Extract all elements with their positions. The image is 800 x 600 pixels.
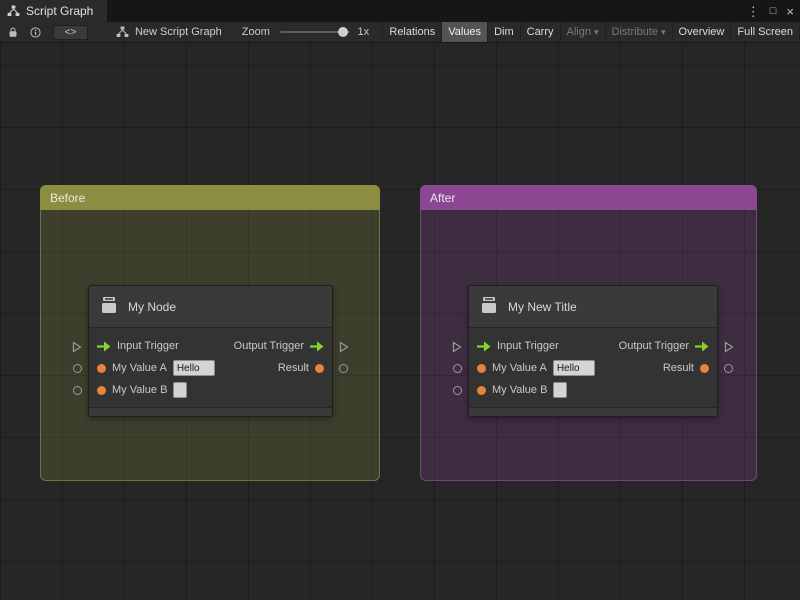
port-row-value-b: My Value B bbox=[469, 379, 717, 401]
group-after-header[interactable]: After bbox=[420, 185, 757, 210]
value-a-input[interactable] bbox=[172, 360, 215, 376]
dim-button[interactable]: Dim bbox=[487, 22, 520, 42]
unit-icon bbox=[479, 295, 499, 318]
carry-button[interactable]: Carry bbox=[519, 22, 560, 42]
value-b-input[interactable] bbox=[553, 382, 568, 398]
flow-input-port-icon[interactable] bbox=[452, 340, 462, 358]
node-header[interactable]: My Node bbox=[89, 286, 332, 328]
node-header[interactable]: My New Title bbox=[469, 286, 717, 328]
group-title: Before bbox=[50, 190, 86, 205]
value-a-input[interactable] bbox=[552, 360, 595, 376]
unit-node-after[interactable]: My New Title Input Trigger Output Trigge… bbox=[468, 285, 718, 417]
info-icon[interactable] bbox=[30, 26, 41, 38]
port-label: Input Trigger bbox=[117, 340, 179, 352]
port-label: Output Trigger bbox=[233, 340, 304, 352]
group-before[interactable]: Before My Node Input Trigger Output Trig… bbox=[40, 185, 380, 481]
node-body: Input Trigger Output Trigger My Value A … bbox=[89, 328, 332, 407]
maximize-icon[interactable]: □ bbox=[770, 5, 777, 17]
port-row-trigger: Input Trigger Output Trigger bbox=[89, 335, 332, 357]
port-label: Output Trigger bbox=[618, 340, 689, 352]
graph-canvas[interactable]: Before My Node Input Trigger Output Trig… bbox=[0, 43, 800, 600]
port-row-value-a: My Value A Result bbox=[469, 357, 717, 379]
node-body: Input Trigger Output Trigger My Value A … bbox=[469, 328, 717, 407]
graph-asset-icon bbox=[116, 26, 129, 38]
value-port-icon[interactable] bbox=[97, 385, 106, 395]
value-port-icon[interactable] bbox=[477, 363, 486, 373]
flow-arrow-icon[interactable] bbox=[477, 341, 491, 352]
port-label: Result bbox=[662, 362, 694, 374]
value-b-input[interactable] bbox=[173, 382, 188, 398]
toolbar-buttons: Relations Values Dim Carry Align ▾ Distr… bbox=[382, 22, 800, 42]
group-title: After bbox=[430, 190, 456, 205]
node-footer bbox=[469, 407, 717, 416]
flow-arrow-icon[interactable] bbox=[310, 341, 324, 352]
flow-output-port-icon[interactable] bbox=[339, 340, 349, 358]
zoom-value: 1x bbox=[357, 26, 370, 38]
flow-input-port-icon[interactable] bbox=[72, 340, 82, 358]
value-port-icon[interactable] bbox=[315, 363, 324, 373]
port-label: My Value A bbox=[492, 362, 547, 374]
port-label: Input Trigger bbox=[497, 340, 559, 352]
group-before-header[interactable]: Before bbox=[40, 185, 380, 210]
tab-script-graph[interactable]: Script Graph bbox=[0, 0, 108, 22]
values-button[interactable]: Values bbox=[441, 22, 488, 42]
flow-arrow-icon[interactable] bbox=[97, 341, 111, 352]
flow-output-port-icon[interactable] bbox=[724, 340, 734, 358]
value-port-icon[interactable] bbox=[97, 363, 106, 373]
group-after[interactable]: After My New Title Input Trigger Output … bbox=[420, 185, 757, 481]
window-controls: ⋮ □ × bbox=[747, 0, 794, 22]
zoom-slider[interactable] bbox=[279, 27, 350, 37]
align-label: Align bbox=[566, 26, 591, 38]
distribute-button[interactable]: Distribute ▾ bbox=[604, 22, 672, 42]
value-port-icon[interactable] bbox=[477, 385, 486, 395]
script-graph-icon bbox=[7, 5, 20, 17]
fullscreen-button[interactable]: Full Screen bbox=[730, 22, 800, 42]
tab-title: Script Graph bbox=[26, 4, 94, 18]
graph-toolbar: <> New Script Graph Zoom 1x Relations Va… bbox=[0, 22, 800, 43]
port-label: My Value B bbox=[112, 384, 168, 396]
value-output-port-icon[interactable] bbox=[339, 364, 348, 373]
align-button[interactable]: Align ▾ bbox=[559, 22, 605, 42]
value-input-port-icon[interactable] bbox=[453, 364, 462, 373]
chevron-down-icon: ▾ bbox=[660, 26, 666, 37]
flow-arrow-icon[interactable] bbox=[695, 341, 709, 352]
menu-icon[interactable]: ⋮ bbox=[747, 5, 760, 18]
port-label: My Value B bbox=[492, 384, 548, 396]
node-title: My Node bbox=[128, 299, 177, 314]
code-preview-button[interactable]: <> bbox=[53, 24, 88, 40]
value-input-port-icon[interactable] bbox=[73, 364, 82, 373]
lock-icon[interactable] bbox=[8, 27, 18, 38]
value-port-icon[interactable] bbox=[700, 363, 709, 373]
port-row-value-b: My Value B bbox=[89, 379, 332, 401]
value-input-port-icon[interactable] bbox=[453, 386, 462, 395]
tab-bar: Script Graph ⋮ □ × bbox=[0, 0, 800, 22]
chevron-down-icon: ▾ bbox=[593, 26, 599, 37]
node-title: My New Title bbox=[508, 299, 577, 314]
distribute-label: Distribute bbox=[611, 26, 658, 38]
port-row-value-a: My Value A Result bbox=[89, 357, 332, 379]
unit-icon bbox=[99, 295, 119, 318]
port-row-trigger: Input Trigger Output Trigger bbox=[469, 335, 717, 357]
graph-name-label: New Script Graph bbox=[134, 26, 222, 38]
zoom-label: Zoom bbox=[241, 26, 270, 38]
overview-button[interactable]: Overview bbox=[671, 22, 731, 42]
zoom-slider-handle[interactable] bbox=[337, 27, 348, 37]
node-footer bbox=[89, 407, 332, 416]
unit-node-before[interactable]: My Node Input Trigger Output Trigger My … bbox=[88, 285, 333, 417]
port-label: My Value A bbox=[112, 362, 167, 374]
value-output-port-icon[interactable] bbox=[724, 364, 733, 373]
value-input-port-icon[interactable] bbox=[73, 386, 82, 395]
close-icon[interactable]: × bbox=[786, 5, 794, 18]
relations-button[interactable]: Relations bbox=[382, 22, 441, 42]
port-label: Result bbox=[277, 362, 309, 374]
